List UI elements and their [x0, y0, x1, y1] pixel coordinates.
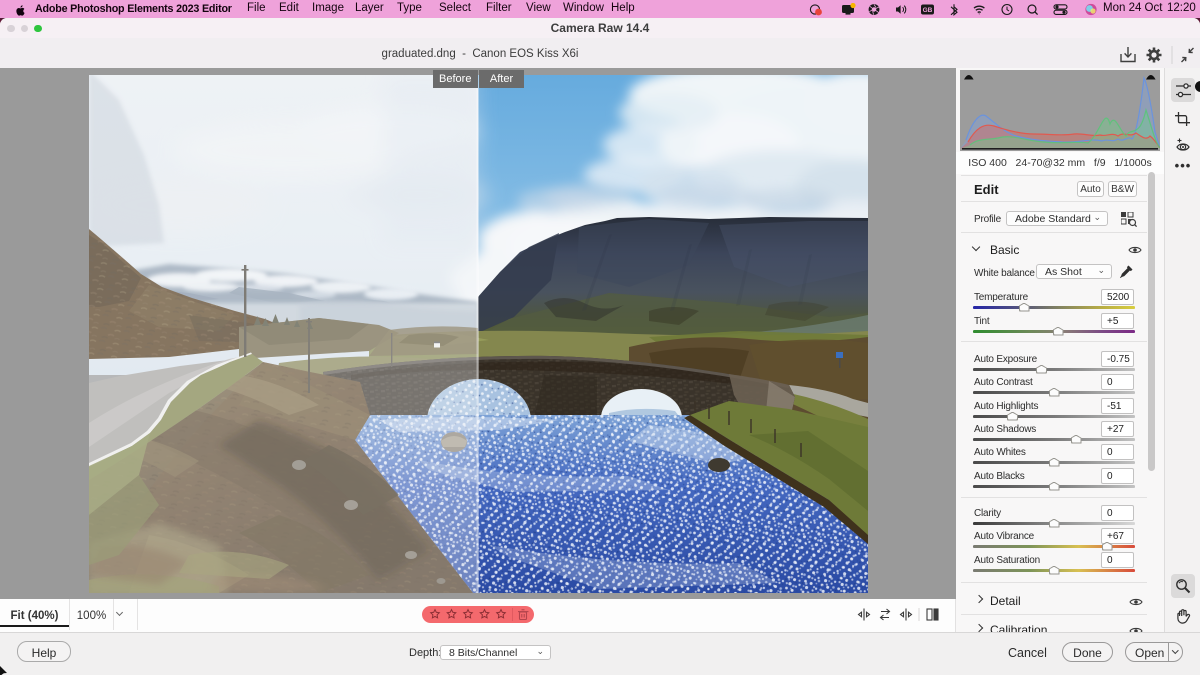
svg-text:GB: GB: [923, 7, 933, 14]
